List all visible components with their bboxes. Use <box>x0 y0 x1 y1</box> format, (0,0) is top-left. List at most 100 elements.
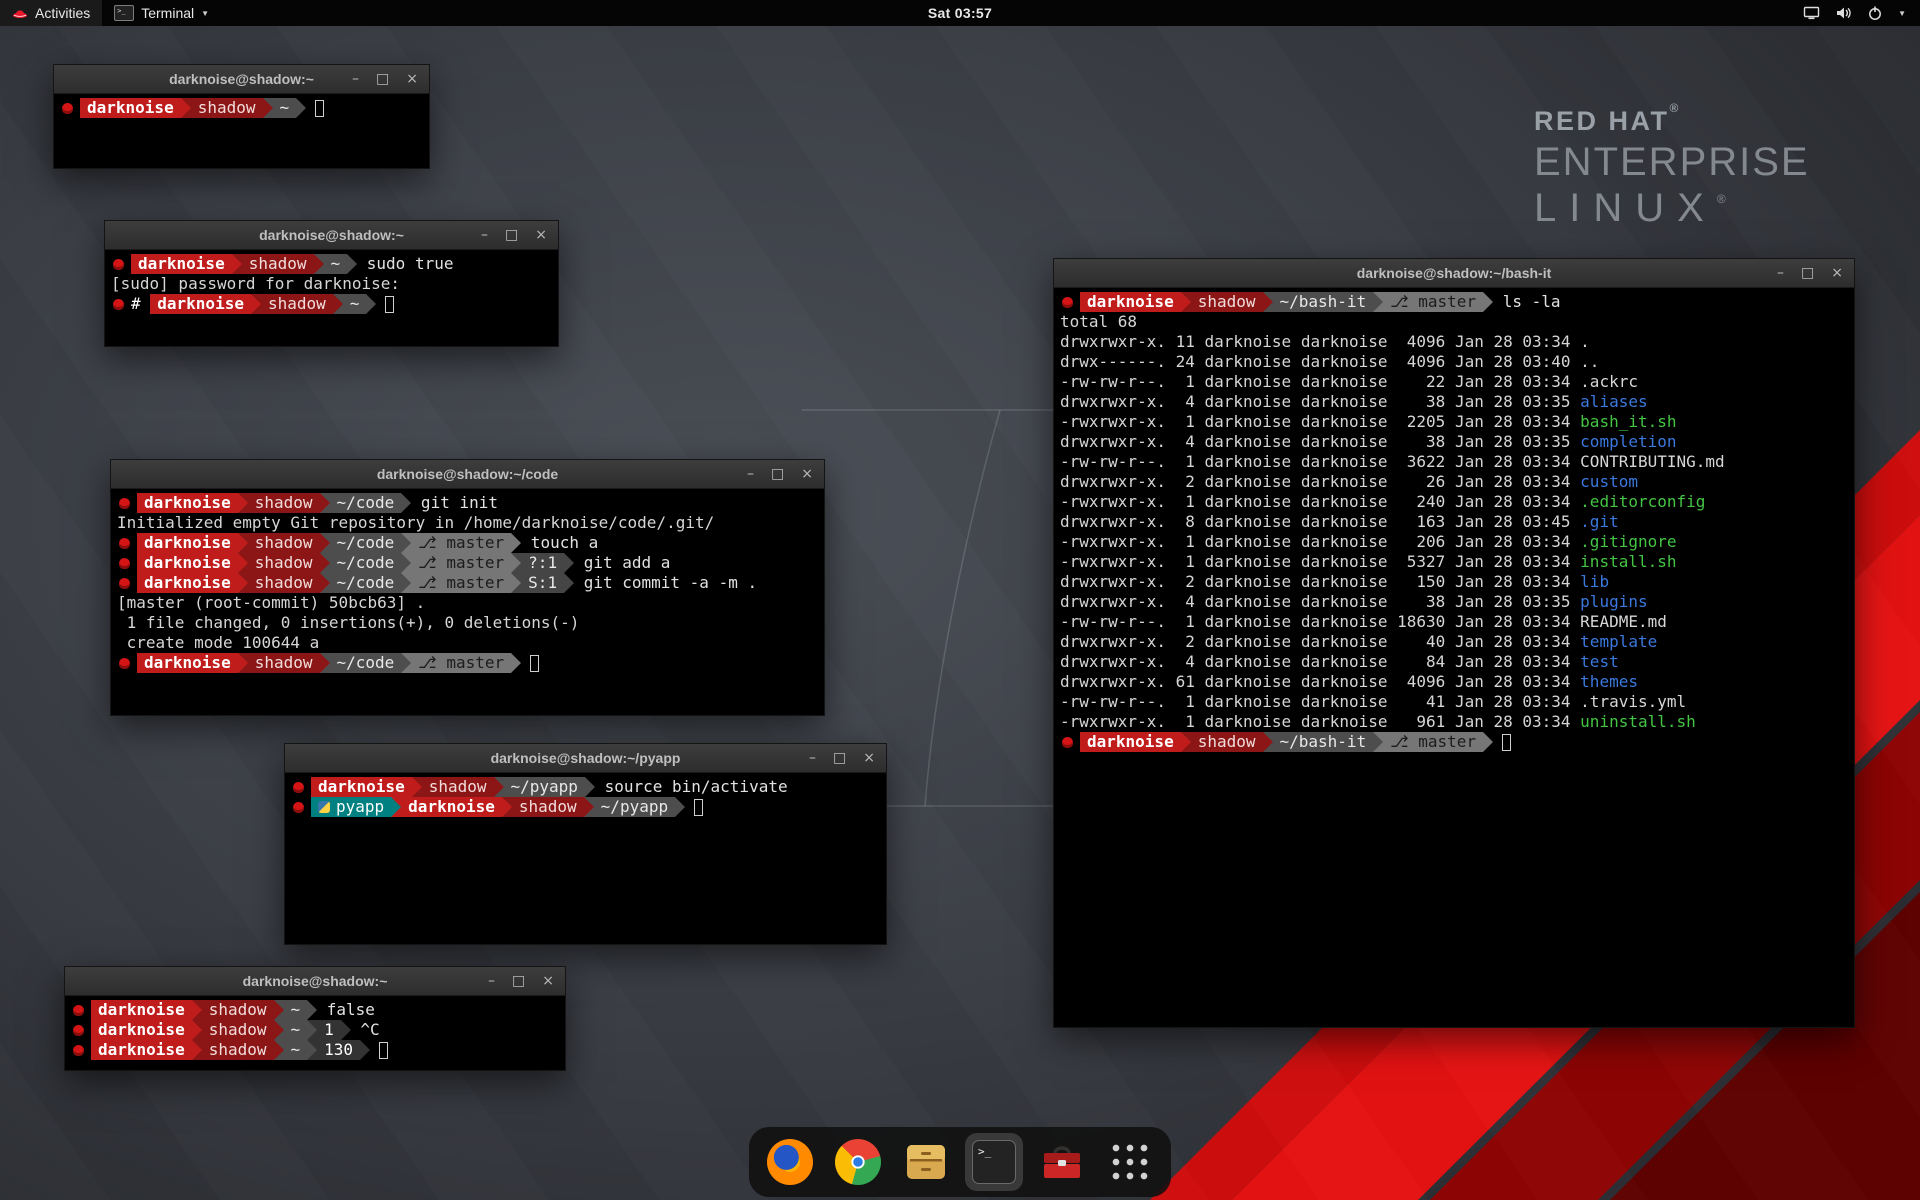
maximize-button[interactable]: □ <box>505 228 518 242</box>
prompt-segment-path: ~ <box>284 1040 308 1060</box>
prompt-segment-user: darknoise <box>131 254 232 274</box>
powerline-arrow-icon <box>307 1020 317 1040</box>
window-titlebar[interactable]: darknoise@shadow:~/pyapp – □ × <box>285 744 886 773</box>
prompt-segment-host: shadow <box>422 777 494 797</box>
terminal-line: darknoiseshadow~ <box>60 98 423 118</box>
close-button[interactable]: × <box>801 467 813 481</box>
terminal-window-pyapp[interactable]: darknoise@shadow:~/pyapp – □ × darknoise… <box>284 743 887 945</box>
close-button[interactable]: × <box>1831 266 1843 280</box>
dock-item-files[interactable] <box>897 1133 955 1191</box>
terminal-content[interactable]: darknoiseshadow~/bash-it⎇ master ls -lat… <box>1054 288 1854 756</box>
prompt-segment-path: ~ <box>324 254 348 274</box>
terminal-line: create mode 100644 a <box>117 633 818 653</box>
powerline-arrow-icon <box>192 1020 202 1040</box>
powerline-arrow-icon <box>511 533 521 553</box>
window-titlebar[interactable]: darknoise@shadow:~ – □ × <box>105 221 558 250</box>
output-text: -rw-rw-r--. 1 darknoise darknoise 41 Jan… <box>1060 692 1580 712</box>
activities-button[interactable]: Activities <box>0 0 102 26</box>
clock[interactable]: Sat 03:57 <box>928 5 992 21</box>
output-text: drwxrwxr-x. 2 darknoise darknoise 150 Ja… <box>1060 572 1580 592</box>
powerline-arrow-icon <box>584 797 594 817</box>
terminal-content[interactable]: darknoiseshadow~/code git initInitialize… <box>111 489 824 677</box>
prompt-segment-git: ⎇ master <box>411 533 511 553</box>
terminal-content[interactable]: darknoiseshadow~ <box>54 94 429 122</box>
output-text: drwxrwxr-x. 2 darknoise darknoise 26 Jan… <box>1060 472 1580 492</box>
activities-label: Activities <box>35 5 90 21</box>
terminal-cursor <box>379 1042 388 1059</box>
output-text: drwxrwxr-x. 61 darknoise darknoise 4096 … <box>1060 672 1580 692</box>
minimize-button[interactable]: – <box>352 72 359 86</box>
terminal-line: -rwxrwxr-x. 1 darknoise darknoise 961 Ja… <box>1060 712 1848 732</box>
window-titlebar[interactable]: darknoise@shadow:~/bash-it – □ × <box>1054 259 1854 288</box>
powerline-arrow-icon <box>401 493 411 513</box>
executable-name: uninstall.sh <box>1580 712 1696 732</box>
output-text: drwxrwxr-x. 11 darknoise darknoise 4096 … <box>1060 332 1580 352</box>
terminal-window-home-2[interactable]: darknoise@shadow:~ – □ × darknoiseshadow… <box>64 966 566 1071</box>
powerline-arrow-icon <box>296 98 306 118</box>
powerline-arrow-icon <box>511 553 521 573</box>
window-titlebar[interactable]: darknoise@shadow:~/code – □ × <box>111 460 824 489</box>
powerline-arrow-icon <box>307 1000 317 1020</box>
maximize-button[interactable]: □ <box>376 72 389 86</box>
window-titlebar[interactable]: darknoise@shadow:~ – □ × <box>65 967 565 996</box>
prompt-segment-user: darknoise <box>91 1040 192 1060</box>
minimize-button[interactable]: – <box>481 228 488 242</box>
powerline-arrow-icon <box>360 1040 370 1060</box>
output-text: .. <box>1580 352 1599 372</box>
close-button[interactable]: × <box>863 751 875 765</box>
distro-icon <box>73 1025 84 1036</box>
prompt-segment-user: darknoise <box>137 493 238 513</box>
minimize-button[interactable]: – <box>488 974 495 988</box>
terminal-content[interactable]: darknoiseshadow~/pyapp source bin/activa… <box>285 773 886 821</box>
app-grid-icon <box>1109 1141 1151 1183</box>
close-button[interactable]: × <box>542 974 554 988</box>
window-title: darknoise@shadow:~/bash-it <box>1357 265 1552 281</box>
system-status-area[interactable]: ▼ <box>1789 0 1920 26</box>
terminal-icon: >_ <box>114 5 134 21</box>
executable-name: install.sh <box>1580 552 1676 572</box>
window-title: darknoise@shadow:~/pyapp <box>491 750 681 766</box>
powerline-arrow-icon <box>401 573 411 593</box>
maximize-button[interactable]: □ <box>1801 266 1814 280</box>
prompt-segment-host: shadow <box>248 533 320 553</box>
powerline-arrow-icon <box>391 797 401 817</box>
dock-item-terminal[interactable]: >_ <box>965 1133 1023 1191</box>
terminal-window-bash-it[interactable]: darknoise@shadow:~/bash-it – □ × darknoi… <box>1053 258 1855 1028</box>
minimize-button[interactable]: – <box>1777 266 1784 280</box>
power-icon <box>1867 5 1883 21</box>
app-menu-terminal[interactable]: >_ Terminal ▼ <box>102 0 221 26</box>
powerline-arrow-icon <box>232 254 242 274</box>
chevron-down-icon: ▼ <box>201 9 209 18</box>
window-titlebar[interactable]: darknoise@shadow:~ – □ × <box>54 65 429 94</box>
terminal-content[interactable]: darknoiseshadow~ falsedarknoiseshadow~1 … <box>65 996 565 1064</box>
terminal-line: -rw-rw-r--. 1 darknoise darknoise 3622 J… <box>1060 452 1848 472</box>
prompt-segment-path: ~/code <box>330 493 402 513</box>
terminal-cursor <box>1502 734 1511 751</box>
command-text: ls -la <box>1493 292 1560 312</box>
distro-icon <box>119 498 130 509</box>
close-button[interactable]: × <box>406 72 418 86</box>
dock-item-toolbox[interactable] <box>1033 1133 1091 1191</box>
dock-item-app-grid[interactable] <box>1101 1133 1159 1191</box>
dock-item-firefox[interactable] <box>761 1133 819 1191</box>
distro-icon <box>1062 297 1073 308</box>
maximize-button[interactable]: □ <box>771 467 784 481</box>
brand-line-redhat: RED HAT® <box>1534 102 1810 135</box>
terminal-line: total 68 <box>1060 312 1848 332</box>
prompt-segment-user: darknoise <box>150 294 251 314</box>
maximize-button[interactable]: □ <box>833 751 846 765</box>
powerline-arrow-icon <box>238 573 248 593</box>
powerline-arrow-icon <box>401 653 411 673</box>
terminal-window-sudo[interactable]: darknoise@shadow:~ – □ × darknoiseshadow… <box>104 220 559 347</box>
terminal-window-code[interactable]: darknoise@shadow:~/code – □ × darknoise s… <box>110 459 825 716</box>
minimize-button[interactable]: – <box>747 467 754 481</box>
powerline-arrow-icon <box>192 1040 202 1060</box>
terminal-cursor <box>694 799 703 816</box>
dock-item-chrome[interactable] <box>829 1133 887 1191</box>
maximize-button[interactable]: □ <box>512 974 525 988</box>
terminal-content[interactable]: darknoiseshadow~ sudo true[sudo] passwor… <box>105 250 558 318</box>
terminal-window-home-1[interactable]: darknoise@shadow:~ – □ × darknoiseshadow… <box>53 64 430 169</box>
terminal-line: Initialized empty Git repository in /hom… <box>117 513 818 533</box>
minimize-button[interactable]: – <box>809 751 816 765</box>
close-button[interactable]: × <box>535 228 547 242</box>
